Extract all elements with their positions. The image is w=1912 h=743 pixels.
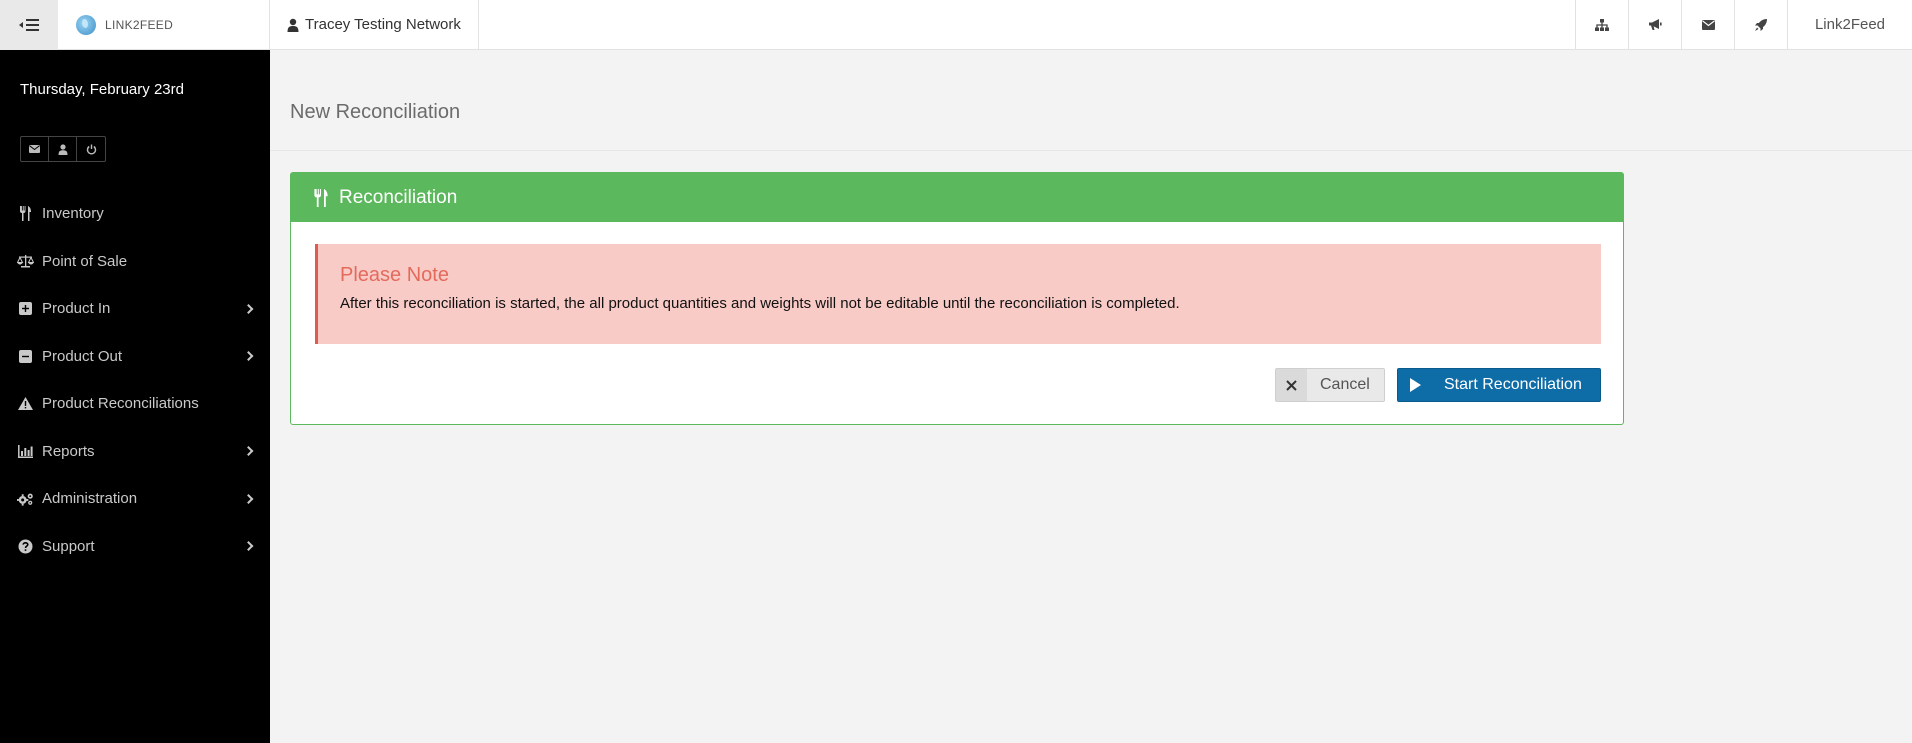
warning-alert: Please Note After this reconciliation is… (315, 244, 1601, 344)
bar-chart-icon (17, 443, 34, 459)
sidebar-item-product-reconciliations[interactable]: Product Reconciliations (0, 380, 270, 428)
sidebar-item-product-out[interactable]: Product Out (0, 333, 270, 381)
page-header: New Reconciliation (270, 50, 1912, 151)
network-selector[interactable]: Tracey Testing Network (270, 0, 479, 49)
warning-icon (17, 396, 34, 412)
cancel-button[interactable]: Cancel (1275, 368, 1385, 402)
rocket-icon (1755, 18, 1767, 31)
logout-quick-button[interactable] (77, 137, 105, 161)
cancel-button-label: Cancel (1320, 376, 1370, 393)
sidebar-item-label: Product In (42, 300, 111, 318)
sidebar: Thursday, February 23rd Inventory Point … (0, 50, 270, 743)
cogs-icon (17, 491, 34, 507)
reconciliation-panel: Reconciliation Please Note After this re… (290, 172, 1624, 425)
close-icon (1276, 369, 1307, 401)
sitemap-icon (1595, 18, 1609, 31)
power-icon (86, 144, 96, 154)
envelope-icon (1701, 19, 1715, 30)
sidebar-item-label: Inventory (42, 205, 104, 223)
utensils-icon (314, 188, 328, 207)
quick-actions (20, 136, 106, 162)
sidebar-item-label: Administration (42, 490, 138, 508)
brand-name: LINK2FEED (105, 17, 174, 32)
network-map-button[interactable] (1575, 0, 1628, 49)
chevron-right-icon (243, 541, 254, 552)
sidebar-item-product-in[interactable]: Product In (0, 285, 270, 333)
page-title: New Reconciliation (290, 101, 461, 123)
sidebar-item-label: Product Out (42, 347, 123, 365)
utensils-icon (17, 206, 34, 222)
globe-logo-icon (76, 14, 96, 35)
bullhorn-icon (1649, 19, 1662, 30)
chevron-right-icon (243, 446, 254, 457)
sidebar-item-label: Product Reconciliations (42, 395, 199, 413)
brand[interactable]: LINK2FEED (58, 0, 270, 49)
chevron-right-icon (243, 493, 254, 504)
alert-title: Please Note (340, 264, 449, 286)
current-date: Thursday, February 23rd (20, 81, 184, 98)
sidebar-menu: Inventory Point of Sale Product In Produ… (0, 190, 270, 570)
envelope-icon (29, 145, 40, 153)
play-icon (1398, 369, 1432, 401)
start-button-label: Start Reconciliation (1444, 376, 1582, 393)
chevron-right-icon (243, 303, 254, 314)
announcements-button[interactable] (1628, 0, 1681, 49)
sidebar-item-reports[interactable]: Reports (0, 428, 270, 476)
messages-quick-button[interactable] (21, 137, 49, 161)
chevron-right-icon (243, 351, 254, 362)
sidebar-toggle-button[interactable] (0, 0, 58, 50)
sidebar-item-label: Support (42, 537, 95, 555)
sidebar-item-label: Point of Sale (42, 252, 128, 270)
sidebar-item-label: Reports (42, 442, 95, 460)
user-menu[interactable]: Link2Feed (1787, 0, 1912, 49)
panel-header: Reconciliation (291, 173, 1623, 222)
messages-button[interactable] (1681, 0, 1734, 49)
sidebar-item-support[interactable]: Support (0, 523, 270, 571)
sidebar-item-administration[interactable]: Administration (0, 475, 270, 523)
sidebar-item-point-of-sale[interactable]: Point of Sale (0, 238, 270, 286)
plus-square-icon (17, 301, 34, 317)
caret-left-icon (19, 22, 23, 28)
start-reconciliation-button[interactable]: Start Reconciliation (1397, 368, 1601, 402)
alert-message: After this reconciliation is started, th… (340, 295, 1180, 312)
network-name: Tracey Testing Network (305, 16, 461, 33)
user-icon (58, 143, 67, 155)
hamburger-icon (26, 19, 39, 31)
sidebar-item-inventory[interactable]: Inventory (0, 190, 270, 238)
top-navbar: LINK2FEED Tracey Testing Network Link2Fe… (0, 0, 1912, 50)
minus-square-icon (17, 348, 34, 364)
panel-title: Reconciliation (339, 186, 458, 208)
user-icon (287, 18, 299, 32)
whats-new-button[interactable] (1734, 0, 1787, 49)
question-circle-icon (17, 538, 34, 554)
balance-scale-icon (17, 253, 34, 269)
profile-quick-button[interactable] (49, 137, 77, 161)
